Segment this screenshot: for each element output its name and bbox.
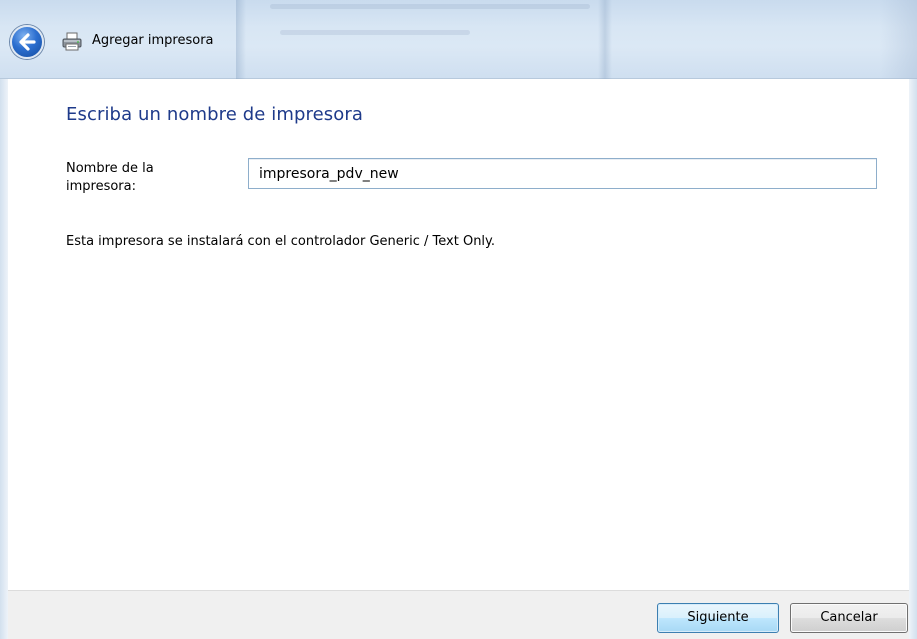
printer-name-input[interactable] (248, 158, 877, 189)
blurred-background-text (280, 30, 470, 35)
back-arrow-icon (19, 33, 36, 51)
window-title: Agregar impresora (92, 33, 214, 48)
glass-streak (598, 0, 612, 79)
window-frame-left (0, 79, 8, 639)
back-button[interactable] (10, 25, 44, 59)
cancel-button[interactable]: Cancelar (790, 603, 908, 633)
glass-edge (880, 0, 917, 79)
printer-name-label: Nombre de la impresora: (66, 161, 154, 194)
printer-icon (62, 32, 82, 51)
wizard-content (0, 79, 917, 590)
driver-info-text: Esta impresora se instalará con el contr… (66, 234, 496, 249)
window-frame-right (909, 79, 917, 639)
page-title: Escriba un nombre de impresora (66, 104, 364, 125)
next-button[interactable]: Siguiente (657, 603, 779, 633)
glass-streak (236, 0, 246, 79)
blurred-background-text (270, 4, 590, 9)
